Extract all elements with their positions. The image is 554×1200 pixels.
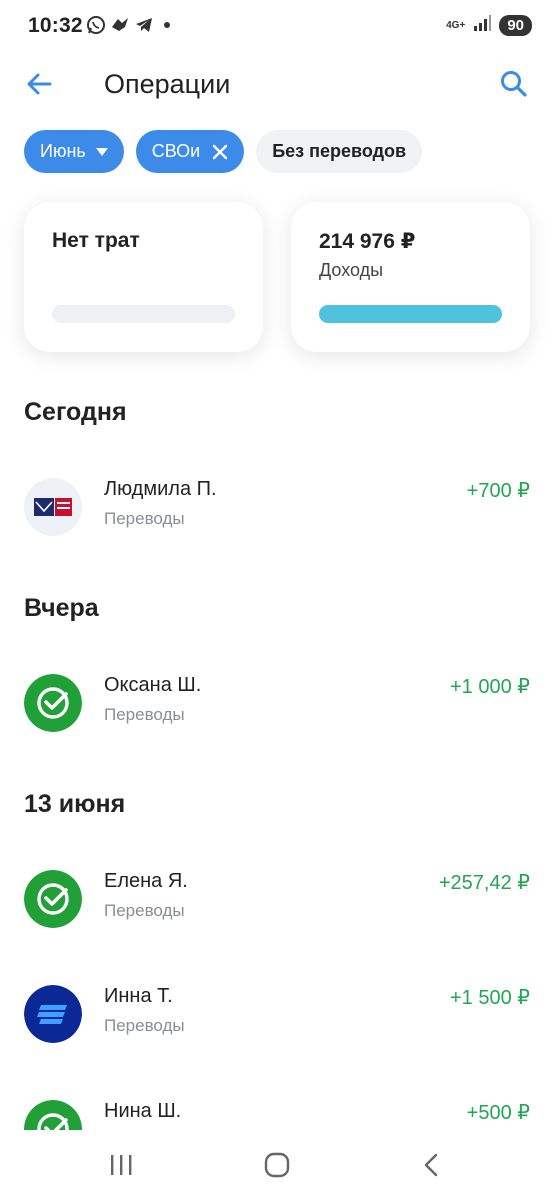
operation-name: Елена Я.	[104, 870, 188, 892]
bird-app-icon	[110, 15, 130, 35]
chip-month[interactable]: Июнь	[24, 130, 124, 173]
income-progress-bar	[319, 305, 502, 323]
arrow-left-icon	[27, 73, 52, 95]
operation-amount: +1 500 ₽	[449, 987, 530, 1009]
operation-row[interactable]: Людмила П. Переводы +700 ₽	[0, 478, 554, 568]
search-button[interactable]	[496, 66, 532, 102]
telegram-icon	[134, 15, 154, 35]
chip-month-label: Июнь	[40, 141, 86, 161]
operation-name: Инна Т.	[104, 985, 173, 1007]
spend-title: Нет трат	[52, 229, 140, 252]
operation-category: Переводы	[104, 1016, 185, 1035]
back-icon	[424, 1153, 438, 1177]
recent-apps-button[interactable]	[102, 1150, 142, 1180]
system-nav-bar	[0, 1130, 554, 1200]
app-bar: Операции	[0, 54, 554, 118]
back-nav-button[interactable]	[412, 1150, 452, 1180]
section-title: 13 июня	[24, 790, 126, 818]
spend-progress-bar	[52, 305, 235, 323]
notification-dot-icon	[164, 22, 170, 28]
spend-card[interactable]: Нет трат	[24, 202, 263, 352]
operation-category: Переводы	[104, 901, 185, 920]
operation-category: Переводы	[104, 705, 185, 724]
home-icon	[264, 1152, 290, 1178]
income-label: Доходы	[319, 260, 384, 280]
battery-icon: 90	[499, 15, 532, 36]
chip-category[interactable]: СВОи	[135, 130, 245, 173]
vtb-icon	[24, 985, 82, 1043]
operation-name: Оксана Ш.	[104, 674, 202, 696]
operation-row[interactable]: Нина Ш. +500 ₽	[0, 1100, 554, 1130]
sber-icon	[24, 1100, 82, 1130]
page-title: Операции	[104, 69, 231, 99]
chip-no-transfers-label: Без переводов	[272, 141, 407, 161]
back-button[interactable]	[22, 66, 58, 102]
status-notification-icons	[86, 15, 170, 35]
operation-row[interactable]: Оксана Ш. Переводы +1 000 ₽	[0, 674, 554, 764]
status-time: 10:32	[28, 14, 83, 37]
operation-amount: +700 ₽	[466, 480, 530, 502]
operation-name: Людмила П.	[104, 478, 217, 500]
operation-category: Переводы	[104, 509, 185, 528]
operation-row[interactable]: Инна Т. Переводы +1 500 ₽	[0, 985, 554, 1075]
sber-icon	[24, 674, 82, 732]
chip-no-transfers[interactable]: Без переводов	[256, 130, 423, 173]
home-button[interactable]	[257, 1150, 297, 1180]
chevron-down-icon	[95, 147, 108, 156]
close-icon[interactable]	[212, 144, 228, 160]
operation-amount: +1 000 ₽	[449, 676, 530, 698]
income-card[interactable]: 214 976 ₽ Доходы	[291, 202, 530, 352]
signal-icon	[473, 14, 492, 37]
section-title: Сегодня	[24, 398, 127, 426]
chip-category-label: СВОи	[151, 141, 201, 161]
income-progress-fill	[319, 305, 502, 323]
income-amount: 214 976 ₽	[319, 230, 416, 253]
whatsapp-icon	[86, 15, 106, 35]
status-right: 4G+ 90	[446, 14, 532, 37]
pochta-bank-icon	[24, 478, 82, 536]
status-bar: 10:32 4G+ 90	[0, 0, 554, 54]
section-title: Вчера	[24, 594, 99, 622]
operation-name: Нина Ш.	[104, 1100, 182, 1122]
recent-apps-icon	[111, 1155, 132, 1175]
sber-icon	[24, 870, 82, 928]
operation-amount: +257,42 ₽	[438, 872, 530, 894]
filter-chips: Июнь СВОи Без переводов	[24, 130, 423, 173]
search-icon	[501, 71, 527, 97]
network-indicator: 4G+	[446, 20, 466, 31]
operation-row[interactable]: Елена Я. Переводы +257,42 ₽	[0, 870, 554, 960]
operation-amount: +500 ₽	[466, 1102, 530, 1124]
